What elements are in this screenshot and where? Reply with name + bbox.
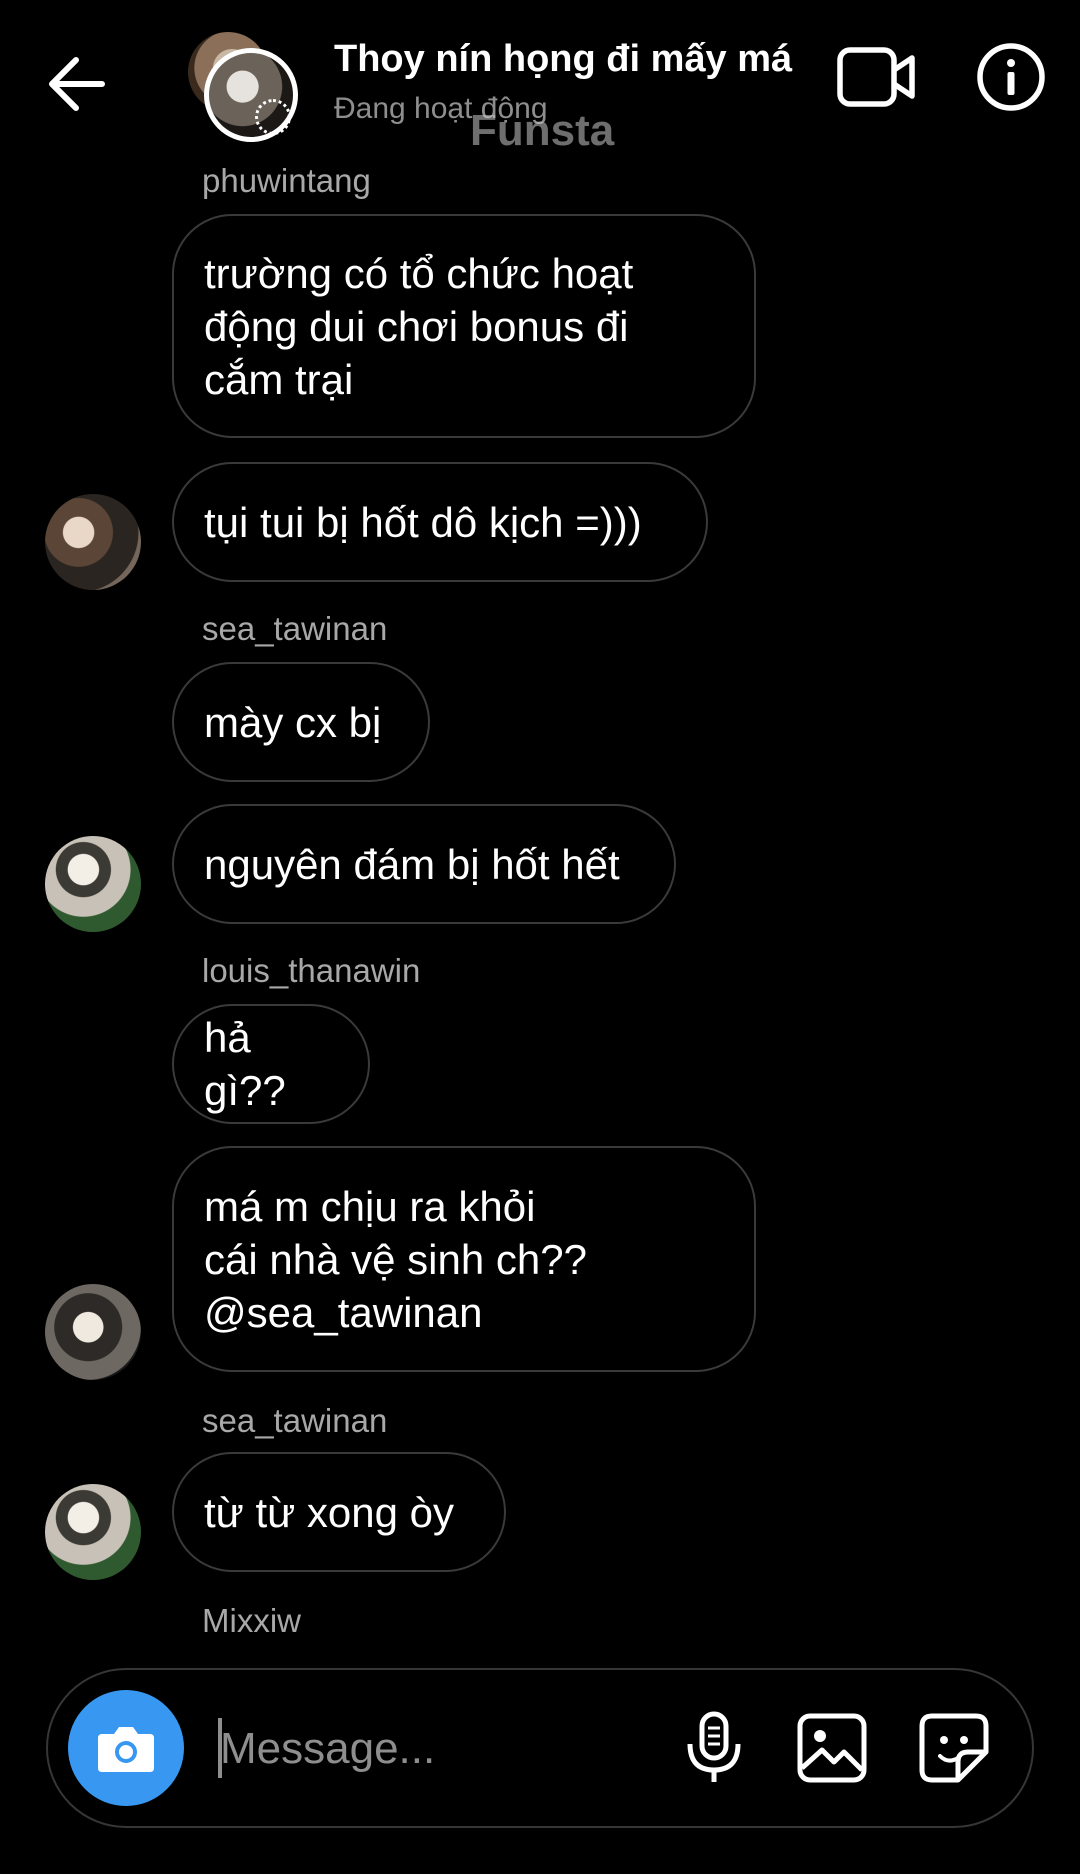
message-text: từ từ xong òy xyxy=(204,1488,455,1536)
sender-avatar[interactable] xyxy=(45,1484,141,1580)
message-text: tụi tui bị hốt dô kịch =))) xyxy=(204,498,642,546)
group-avatar[interactable] xyxy=(188,32,298,142)
chat-title[interactable]: Thoy nín họng đi mấy má xyxy=(334,38,792,81)
loading-spinner-icon xyxy=(255,99,291,135)
image-gallery-icon[interactable] xyxy=(796,1712,868,1784)
message-text: nguyên đám bị hốt hết xyxy=(204,840,620,888)
back-arrow-icon[interactable] xyxy=(40,48,112,120)
sticker-icon[interactable] xyxy=(918,1712,990,1784)
message-text: má m chịu ra khỏi cái nhà vệ sinh ch?? @… xyxy=(204,1182,587,1336)
sender-avatar[interactable] xyxy=(45,494,141,590)
message-text: mày cx bị xyxy=(204,698,382,746)
video-call-icon[interactable] xyxy=(836,44,918,110)
message-bubble[interactable]: hả gì?? xyxy=(172,1004,370,1124)
message-text: trường có tổ chức hoạt động dui chơi bon… xyxy=(204,249,634,403)
message-bubble[interactable]: nguyên đám bị hốt hết xyxy=(172,804,676,924)
message-bubble[interactable]: trường có tổ chức hoạt động dui chơi bon… xyxy=(172,214,756,438)
sender-username: Mixxiw xyxy=(202,1602,301,1639)
camera-icon xyxy=(98,1727,154,1772)
info-icon[interactable] xyxy=(976,42,1046,112)
sender-avatar[interactable] xyxy=(45,1284,141,1380)
message-text: hả gì?? xyxy=(204,1014,286,1114)
chat-header: Thoy nín họng đi mấy má Đang hoạt động F… xyxy=(0,0,1080,160)
sender-avatar[interactable] xyxy=(45,836,141,932)
message-bubble[interactable]: tụi tui bị hốt dô kịch =))) xyxy=(172,462,708,582)
message-bubble[interactable]: mày cx bị xyxy=(172,662,430,782)
sender-username: sea_tawinan xyxy=(202,610,388,647)
message-bubble[interactable]: má m chịu ra khỏi cái nhà vệ sinh ch?? @… xyxy=(172,1146,756,1372)
sender-username: louis_thanawin xyxy=(202,952,421,989)
sender-username: sea_tawinan xyxy=(202,1402,388,1439)
member-avatar xyxy=(204,48,298,142)
microphone-icon[interactable] xyxy=(674,1708,754,1788)
sender-username: phuwintang xyxy=(202,162,371,199)
message-bubble[interactable]: từ từ xong òy xyxy=(172,1452,506,1572)
message-input[interactable] xyxy=(218,1710,602,1788)
camera-button[interactable] xyxy=(68,1690,184,1806)
message-composer xyxy=(46,1668,1034,1828)
watermark: Funsta xyxy=(470,106,615,155)
